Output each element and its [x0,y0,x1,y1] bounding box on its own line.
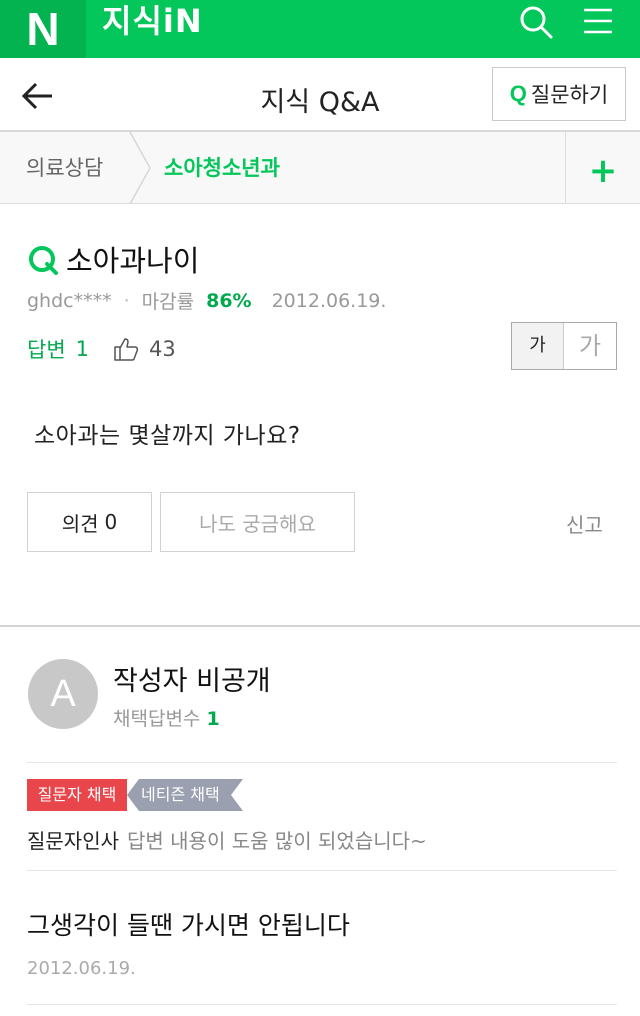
meta-separator: · [123,289,130,312]
close-rate-label: 마감률 [141,291,195,313]
question-title: 소아과나이 [66,244,200,278]
question-stats: 답변 1 43 [27,334,176,364]
divider [27,1004,617,1005]
netizen-adopted-badge: 네티즌 채택 [127,779,243,811]
answer-date: 2012.06.19. [27,958,136,979]
divider [27,762,617,763]
ask-question-label: 질문하기 [530,83,609,107]
thumbs-up-icon[interactable] [113,336,139,362]
plus-icon[interactable]: + [565,132,640,204]
answer-count-label: 답변 [27,338,66,362]
question-author[interactable]: ghdc**** [27,290,112,312]
asker-thanks: 질문자인사 답변 내용이 도움 많이 되었습니다~ [27,825,427,854]
thanks-text: 답변 내용이 도움 많이 되었습니다~ [127,829,427,853]
question-body: 소아과는 몇살까지 가나요? [34,423,301,449]
report-link[interactable]: 신고 [566,509,603,538]
question-q-icon [27,244,59,276]
top-bar: N 지식iN [0,0,640,58]
chevron-right-icon [126,131,154,205]
answer-author: 작성자 비공개 [113,666,271,697]
q-icon: Q [509,81,527,106]
breadcrumb-parent[interactable]: 의료상담 [26,152,103,182]
ask-question-button[interactable]: Q 질문하기 [492,67,626,121]
breadcrumb-current[interactable]: 소아청소년과 [164,152,280,182]
adopted-answer-count: 채택답변수 1 [113,704,220,731]
section-divider [0,625,640,627]
divider [27,870,617,871]
opinion-button[interactable]: 의견 0 [27,492,152,552]
font-size-large-button[interactable]: 가 [564,323,616,369]
answer-count: 1 [75,337,90,361]
adopted-label: 채택답변수 [113,708,201,730]
asker-adopted-badge: 질문자 채택 [27,779,127,811]
me-too-curious-button[interactable]: 나도 궁금해요 [160,492,355,552]
answer-body: 그생각이 들땐 가시면 안됩니다 [27,911,350,940]
question-date: 2012.06.19. [271,289,387,312]
avatar: A [28,659,98,729]
like-count: 43 [149,337,176,361]
font-size-small-button[interactable]: 가 [512,323,564,369]
adopted-count: 1 [206,708,220,730]
brand-title[interactable]: 지식iN [102,0,203,58]
breadcrumb: 의료상담 소아청소년과 + [0,131,640,205]
netizen-badge-label: 네티즌 채택 [141,785,220,804]
thanks-label: 질문자인사 [27,829,119,853]
opinion-count: 0 [104,510,118,534]
qa-header: 지식 Q&A Q 질문하기 [0,58,640,132]
close-rate-value: 86% [206,289,252,312]
font-size-toggle: 가 가 [511,322,617,370]
question-meta: ghdc**** · 마감률 86% 2012.06.19. [27,287,386,314]
naver-logo[interactable]: N [0,0,86,58]
opinion-label: 의견 [61,511,99,536]
search-icon[interactable] [518,4,554,40]
hamburger-menu-icon[interactable] [580,4,616,40]
